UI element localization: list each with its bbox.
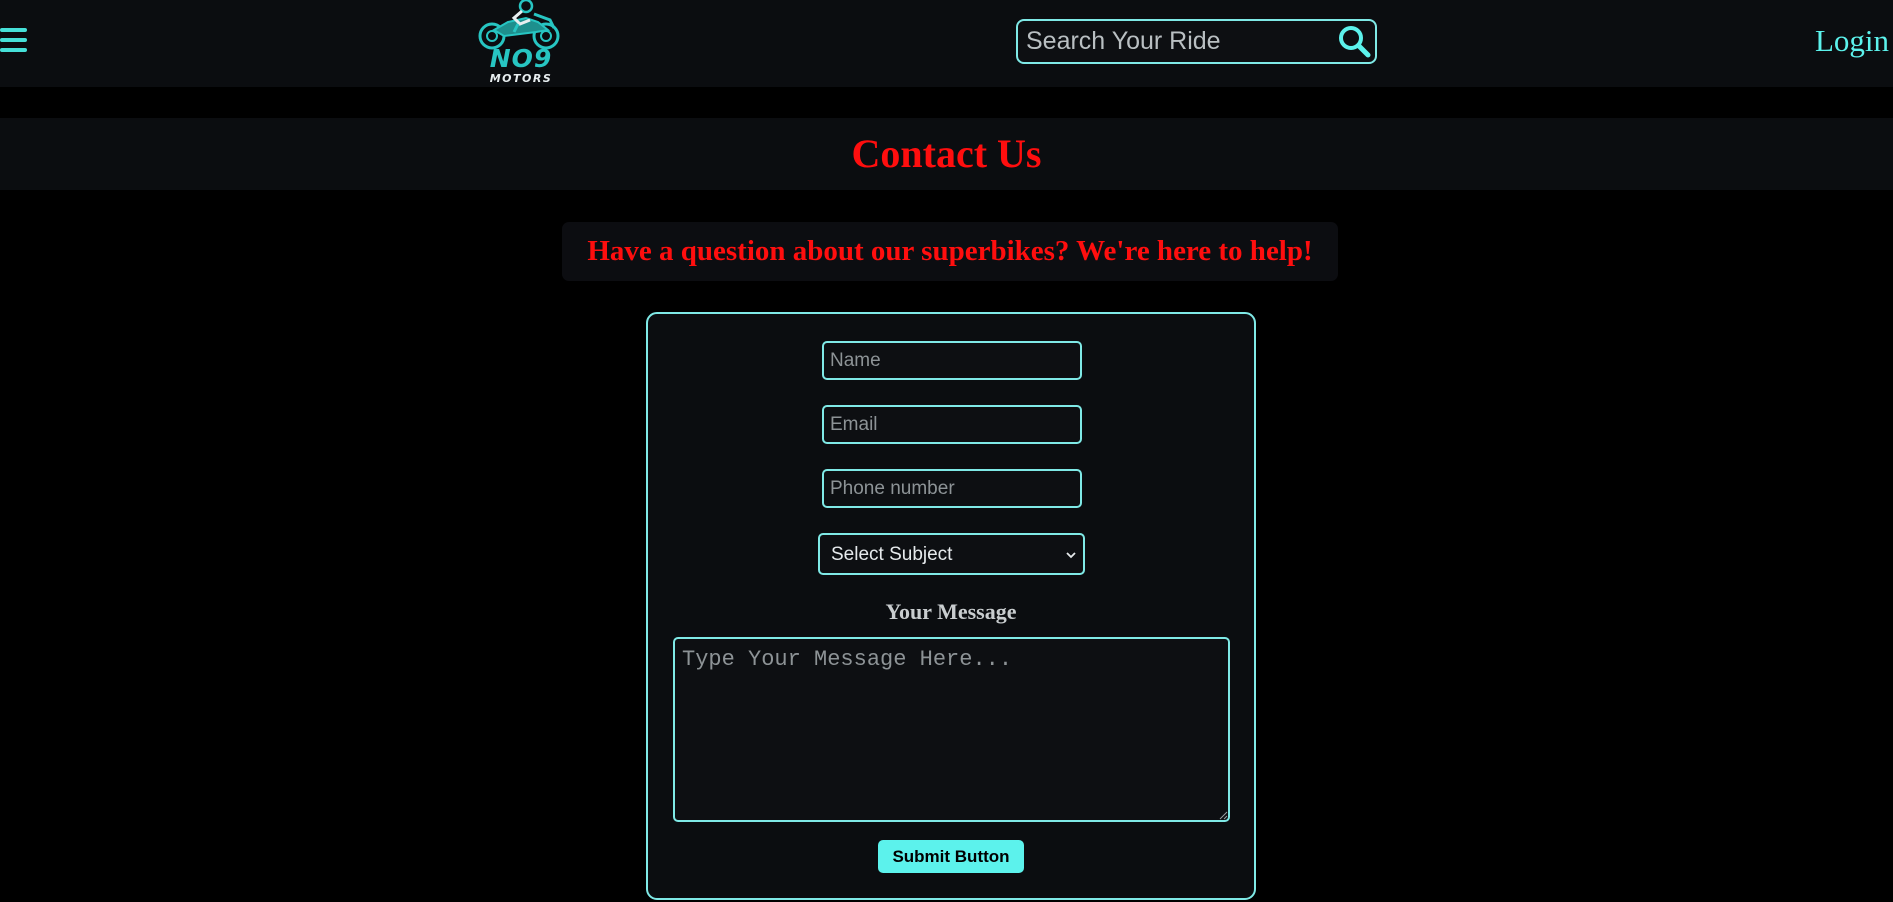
page-title: Contact Us [851,131,1042,176]
subject-select-value: Select Subject [831,544,953,565]
tagline: Have a question about our superbikes? We… [562,222,1338,281]
submit-button[interactable]: Submit Button [878,840,1024,873]
login-link[interactable]: Login [1815,23,1889,59]
search-input[interactable] [1024,23,1334,60]
subject-select[interactable]: Select Subject [818,533,1085,575]
title-band: Contact Us [0,118,1893,190]
email-field[interactable] [822,405,1082,444]
logo-subtitle: MOTORS [489,72,553,85]
hamburger-menu-icon[interactable] [0,28,28,54]
name-field[interactable] [822,341,1082,380]
contact-form: Select Subject Your Message Submit Butto… [646,312,1256,900]
message-label: Your Message [885,599,1017,624]
search-icon[interactable] [1337,24,1371,58]
chevron-down-icon [1066,552,1076,559]
brand-logo[interactable]: NO9 MOTORS [474,0,566,87]
message-textarea[interactable] [673,637,1230,822]
logo-wordmark: NO9 [489,44,553,73]
resize-handle-icon[interactable] [1219,811,1228,820]
phone-field[interactable] [822,469,1082,508]
search-bar [1016,19,1377,64]
top-navbar: NO9 MOTORS Login [0,0,1893,87]
